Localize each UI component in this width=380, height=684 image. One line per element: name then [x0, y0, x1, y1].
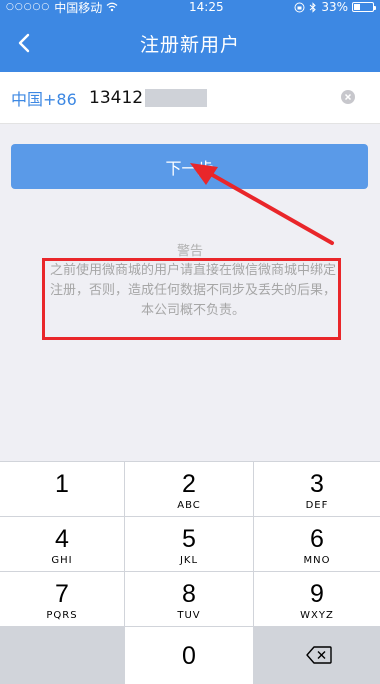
bluetooth-icon: [309, 1, 317, 13]
key-3[interactable]: 3 DEF: [254, 462, 380, 516]
key-1[interactable]: 1: [0, 462, 124, 516]
status-time: 14:25: [189, 0, 224, 14]
phone-number-input[interactable]: 13412: [89, 88, 143, 108]
warning-title: 警告: [176, 244, 203, 259]
battery-level: [353, 4, 360, 10]
annotation-highlight-box: [42, 258, 341, 340]
key-4[interactable]: 4 GHI: [0, 517, 124, 571]
wifi-icon: [106, 2, 118, 12]
key-5[interactable]: 5 JKL: [125, 517, 253, 571]
key-2[interactable]: 2 ABC: [125, 462, 253, 516]
status-bar: ○○○○○ 中国移动 14:25 33%: [0, 0, 380, 15]
key-7[interactable]: 7 PQRS: [0, 572, 124, 626]
country-code-selector[interactable]: 中国+86: [11, 86, 89, 110]
key-6[interactable]: 6 MNO: [254, 517, 380, 571]
redacted-digits: [145, 88, 208, 107]
key-0[interactable]: 0: [125, 627, 253, 684]
back-arrow-icon[interactable]: [14, 32, 36, 54]
header: ○○○○○ 中国移动 14:25 33% 注册新用户: [0, 0, 380, 72]
battery-icon: [351, 2, 376, 12]
numeric-keypad: 1 2 ABC 3 DEF 4 GHI 5 JKL 6 MNO 7 PQRS 8…: [0, 461, 380, 684]
phone-input-row[interactable]: 中国+86 13412: [0, 72, 380, 124]
next-step-button[interactable]: 下一步: [11, 144, 368, 189]
key-empty: [0, 627, 124, 684]
navbar: 注册新用户: [0, 14, 380, 72]
signal-icon: ○○○○○: [6, 2, 51, 12]
battery-percent: 33%: [321, 0, 348, 14]
key-8[interactable]: 8 TUV: [125, 572, 253, 626]
page-title: 注册新用户: [139, 33, 240, 56]
clear-icon[interactable]: [341, 90, 355, 104]
delete-key[interactable]: [254, 627, 380, 684]
backspace-icon: [306, 646, 332, 664]
key-9[interactable]: 9 WXYZ: [254, 572, 380, 626]
lock-rotation-icon: [294, 2, 305, 12]
